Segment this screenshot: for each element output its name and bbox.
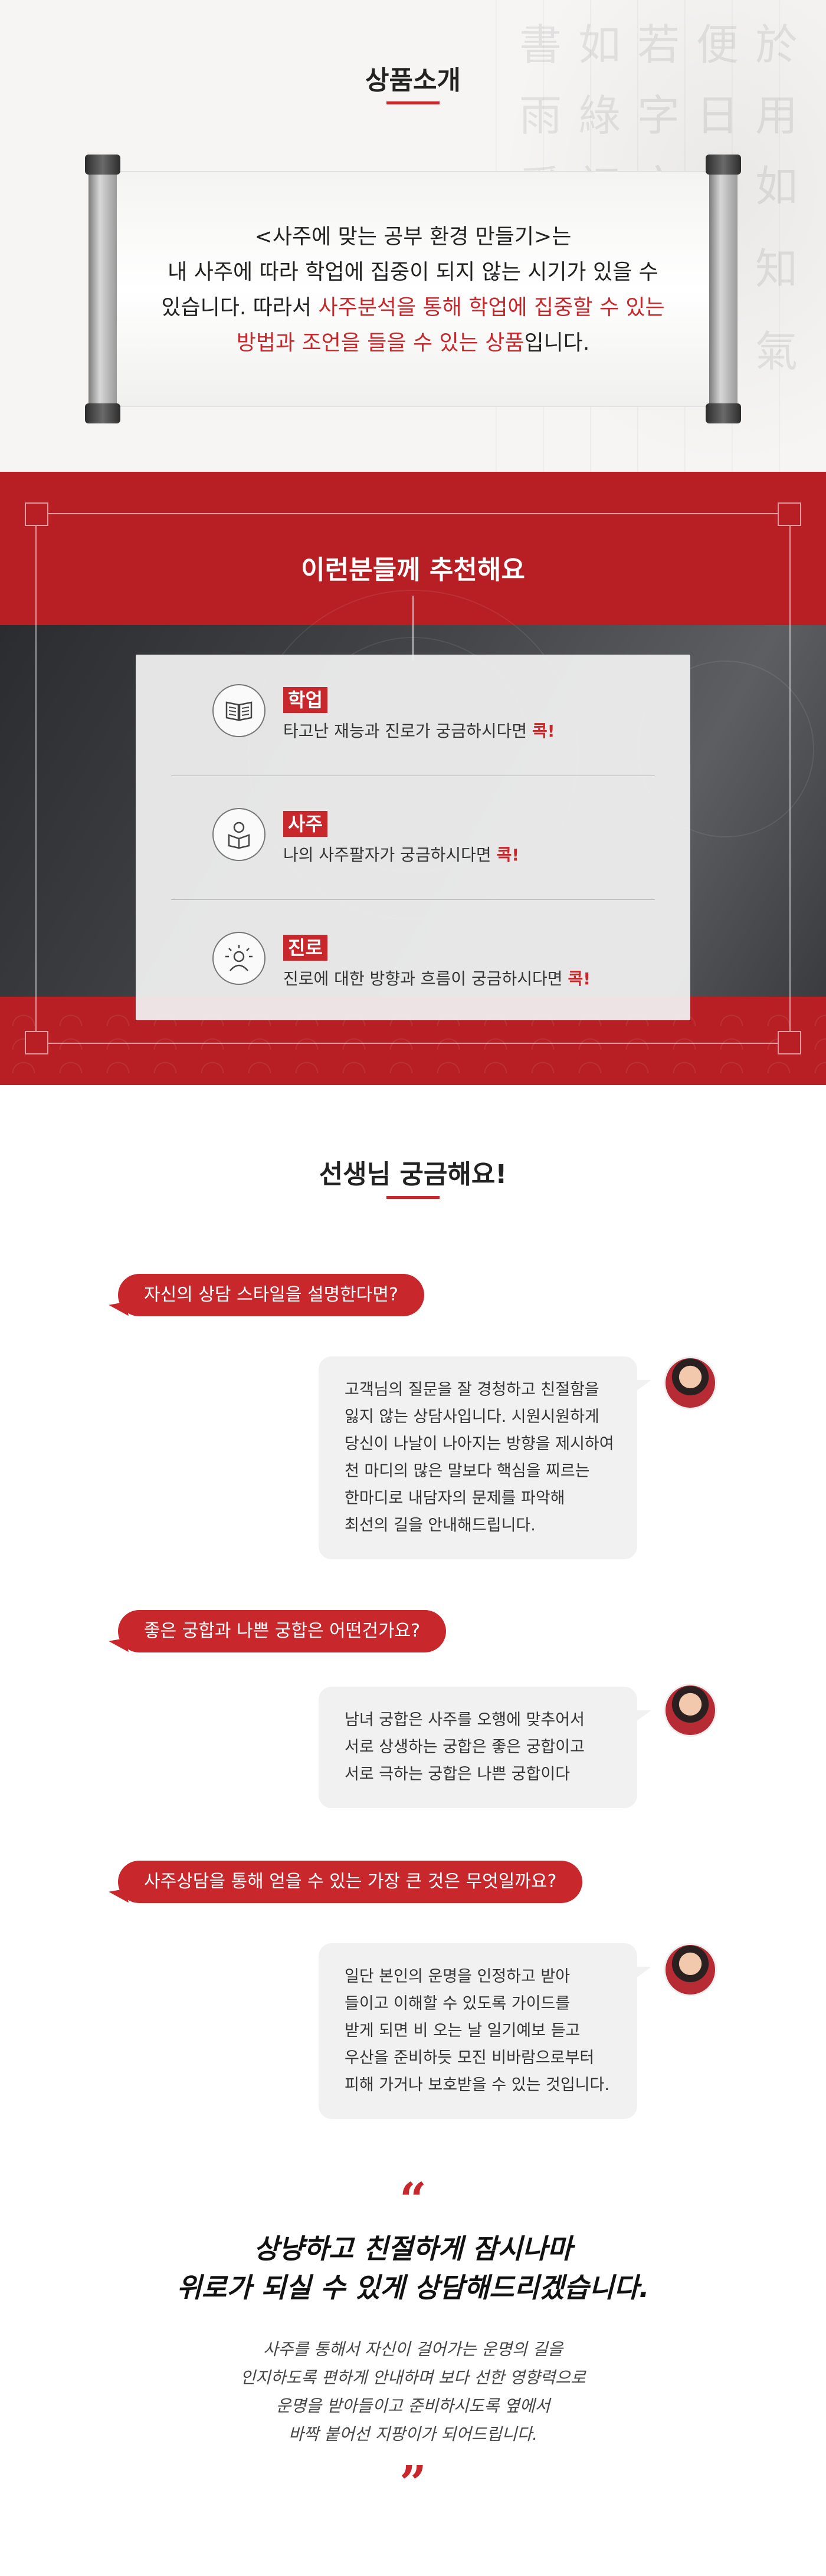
intro-line-2: 내 사주에 따라 학업에 집중이 되지 않는 시기가 있을 수 xyxy=(168,260,658,284)
answer-line: 들이고 이해할 수 있도록 가이드를 xyxy=(345,1995,571,2013)
closing-body-line: 운명을 받아들이고 준비하시도록 옆에서 xyxy=(276,2396,550,2416)
recommend-tag: 학업 xyxy=(283,687,327,713)
title-underline xyxy=(386,1196,440,1199)
book-icon xyxy=(212,684,266,737)
answer-line: 서로 상생하는 궁합은 좋은 궁합이고 xyxy=(345,1738,585,1756)
recommend-emph: 콕! xyxy=(568,969,591,988)
intro-line-4-highlight: 방법과 조언을 들을 수 있는 상품 xyxy=(236,331,525,355)
recommend-section: 이런분들께 추천해요 학업 타고난 재능과 진로가 궁금하시다면 콕! 사주 나… xyxy=(0,472,826,1085)
scroll-rod-left xyxy=(88,165,117,413)
recommend-emph: 콕! xyxy=(496,845,520,865)
recommend-title: 이런분들께 추천해요 xyxy=(301,555,525,585)
recommend-desc: 나의 사주팔자가 궁금하시다면 콕! xyxy=(283,842,519,866)
scroll-cap xyxy=(706,155,741,175)
intro-line-3-highlight: 사주분석을 통해 학업에 집중할 수 있는 xyxy=(318,295,665,320)
closing-title-line: 상냥하고 친절하게 잠시나마 xyxy=(254,2233,572,2265)
closing-title-line: 위로가 되실 수 있게 상담해드리겠습니다. xyxy=(176,2272,650,2304)
closing-title: 상냥하고 친절하게 잠시나마 위로가 되실 수 있게 상담해드리겠습니다. xyxy=(0,2229,826,2307)
avatar xyxy=(664,1356,717,1409)
scroll-cap xyxy=(706,403,741,423)
recommend-desc-text: 진로에 대한 방향과 흐름이 궁금하시다면 xyxy=(283,969,568,988)
answer-line: 서로 극하는 궁합은 나쁜 궁합이다 xyxy=(345,1765,571,1783)
recommend-item: 학업 타고난 재능과 진로가 궁금하시다면 콕! xyxy=(195,655,631,773)
scroll-cap xyxy=(85,155,120,175)
answer-line: 받게 되면 비 오는 날 일기예보 듣고 xyxy=(345,2022,581,2040)
divider xyxy=(171,899,655,900)
answer-line: 우산을 준비하듯 모진 비바람으로부터 xyxy=(345,2049,595,2067)
question-bubble: 사주상담을 통해 얻을 수 있는 가장 큰 것은 무엇일까요? xyxy=(118,1861,583,1903)
intro-text: <사주에 맞는 공부 환경 만들기>는 내 사주에 따라 학업에 집중이 되지 … xyxy=(148,219,678,361)
reading-person-icon xyxy=(212,808,266,861)
answer-bubble: 고객님의 질문을 잘 경청하고 친절함을 잃지 않는 상담사입니다. 시원시원하… xyxy=(319,1356,651,1559)
closing-body-line: 인지하도록 편하게 안내하며 보다 선한 영향력으로 xyxy=(240,2368,586,2387)
recommend-desc-text: 타고난 재능과 진로가 궁금하시다면 xyxy=(283,721,533,741)
question-bubble: 좋은 궁합과 나쁜 궁합은 어떤건가요? xyxy=(118,1610,447,1652)
answer-line: 고객님의 질문을 잘 경청하고 친절함을 xyxy=(345,1381,599,1399)
avatar xyxy=(664,1684,717,1737)
intro-title: 상품소개 xyxy=(365,65,461,96)
recommend-tag: 사주 xyxy=(283,811,327,837)
answer-line: 한마디로 내담자의 문제를 파악해 xyxy=(345,1489,565,1507)
question-bubble: 자신의 상담 스타일을 설명한다면? xyxy=(118,1274,424,1316)
answer-bubble: 남녀 궁합은 사주를 오행에 맞추어서 서로 상생하는 궁합은 좋은 궁합이고 … xyxy=(319,1687,651,1808)
answer-line: 잃지 않는 상담사입니다. 시원시원하게 xyxy=(345,1408,599,1426)
scroll-banner: <사주에 맞는 공부 환경 만들기>는 내 사주에 따라 학업에 집중이 되지 … xyxy=(85,155,741,423)
intro-line-4b: 입니다. xyxy=(524,331,590,355)
closing-body-line: 바짝 붙어선 지팡이가 되어드립니다. xyxy=(288,2424,537,2444)
avatar xyxy=(664,1943,717,1996)
recommend-item: 사주 나의 사주팔자가 궁금하시다면 콕! xyxy=(195,778,631,896)
recommend-tag: 진로 xyxy=(283,935,327,961)
answer-line: 피해 가거나 보호받을 수 있는 것입니다. xyxy=(345,2076,609,2094)
qa-title: 선생님 궁금해요! xyxy=(319,1159,507,1190)
title-underline xyxy=(386,101,440,104)
intro-line-3a: 있습니다. 따라서 xyxy=(161,295,319,320)
closing-body-line: 사주를 통해서 자신이 걸어가는 운명의 길을 xyxy=(263,2340,563,2359)
recommend-card: 학업 타고난 재능과 진로가 궁금하시다면 콕! 사주 나의 사주팔자가 궁금하… xyxy=(136,655,690,1020)
close-quote-icon: ” xyxy=(399,2455,427,2511)
title-connector-line xyxy=(412,596,414,661)
recommend-desc-text: 나의 사주팔자가 궁금하시다면 xyxy=(283,845,497,865)
intro-line-1: <사주에 맞는 공부 환경 만들기>는 xyxy=(254,225,572,249)
scroll-cap xyxy=(85,403,120,423)
closing-body: 사주를 통해서 자신이 걸어가는 운명의 길을 인지하도록 편하게 안내하며 보… xyxy=(0,2335,826,2449)
answer-line: 최선의 길을 안내해드립니다. xyxy=(345,1516,536,1535)
recommend-desc: 진로에 대한 방향과 흐름이 궁금하시다면 콕! xyxy=(283,966,591,990)
answer-bubble: 일단 본인의 운명을 인정하고 받아 들이고 이해할 수 있도록 가이드를 받게… xyxy=(319,1943,651,2119)
scroll-paper: <사주에 맞는 공부 환경 만들기>는 내 사주에 따라 학업에 집중이 되지 … xyxy=(112,171,714,407)
recommend-desc: 타고난 재능과 진로가 궁금하시다면 콕! xyxy=(283,718,555,742)
answer-line: 당신이 나날이 나아지는 방향을 제시하여 xyxy=(345,1435,614,1453)
idea-person-icon xyxy=(212,932,266,985)
recommend-item: 진로 진로에 대한 방향과 흐름이 궁금하시다면 콕! xyxy=(195,902,631,1020)
open-quote-icon: “ xyxy=(399,2172,427,2227)
answer-line: 일단 본인의 운명을 인정하고 받아 xyxy=(345,1967,571,1986)
recommend-emph: 콕! xyxy=(532,721,555,741)
answer-line: 천 마디의 많은 말보다 핵심을 찌르는 xyxy=(345,1462,590,1480)
product-intro-section: 書如若便於 雨綠字日用 爲初文夫如 乎流海不知 聲爲此見氣 상품소개 <사주에 … xyxy=(0,0,826,472)
answer-line: 남녀 궁합은 사주를 오행에 맞추어서 xyxy=(345,1711,585,1729)
scroll-rod-right xyxy=(709,165,738,413)
